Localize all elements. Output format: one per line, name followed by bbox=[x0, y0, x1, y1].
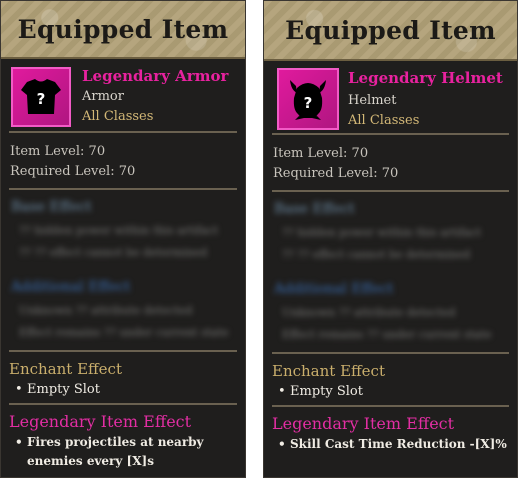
base-effect-hidden: Base Effect ?? hidden power within this … bbox=[1, 190, 245, 270]
item-type: Helmet bbox=[348, 93, 397, 108]
header-title: Equipped Item bbox=[285, 15, 496, 45]
item-icon-frame[interactable]: ? bbox=[277, 68, 339, 130]
enchant-slot[interactable]: • Empty Slot bbox=[272, 382, 509, 401]
enchant-title: Enchant Effect bbox=[9, 360, 122, 378]
additional-effect-hidden: Additional Effect Unknown ?? attribute d… bbox=[264, 272, 517, 352]
required-level: Required Level: 70 bbox=[273, 166, 399, 181]
additional-effect-title: Additional Effect bbox=[11, 279, 131, 295]
base-effect-line: ?? hidden power within this artifact bbox=[282, 226, 482, 239]
legendary-title: Legendary Item Effect bbox=[9, 412, 192, 431]
legendary-section: Legendary Item Effect • Skill Cast Time R… bbox=[264, 407, 517, 458]
svg-text:?: ? bbox=[304, 94, 313, 112]
enchant-section: Enchant Effect • Empty Slot bbox=[264, 354, 517, 405]
enchant-slot-label: Empty Slot bbox=[290, 384, 363, 399]
additional-effect-line: Effect remains ?? under current state bbox=[19, 326, 229, 339]
item-stats: Item Level: 70 Required Level: 70 bbox=[1, 133, 245, 188]
base-effect-line: ?? ?? effect cannot be determined bbox=[282, 248, 471, 261]
item-level: Item Level: 70 bbox=[10, 144, 106, 159]
legendary-effect-text: Skill Cast Time Reduction -[X]% bbox=[290, 437, 507, 451]
additional-effect-line: Unknown ?? attribute detected bbox=[19, 304, 193, 317]
required-level: Required Level: 70 bbox=[10, 164, 136, 179]
item-icon-frame[interactable]: ? bbox=[11, 67, 71, 127]
legendary-effect: • Fires projectiles at nearby enemies eve… bbox=[9, 433, 237, 471]
additional-effect-title: Additional Effect bbox=[274, 281, 394, 297]
horned-helmet-silhouette-icon: ? bbox=[290, 80, 326, 120]
item-stats: Item Level: 70 Required Level: 70 bbox=[264, 135, 517, 190]
legendary-title: Legendary Item Effect bbox=[272, 414, 455, 433]
legendary-effect: • Skill Cast Time Reduction -[X]% bbox=[272, 435, 509, 454]
item-name: Legendary Armor bbox=[82, 67, 229, 85]
base-effect-hidden: Base Effect ?? hidden power within this … bbox=[264, 192, 517, 272]
item-type: Armor bbox=[82, 89, 124, 104]
header-title: Equipped Item bbox=[17, 14, 229, 44]
item-tooltip-helmet: Equipped Item ? Legendary Helmet Helmet … bbox=[263, 0, 518, 478]
base-effect-line: ?? hidden power within this artifact bbox=[19, 224, 219, 237]
base-effect-title: Base Effect bbox=[11, 199, 92, 215]
legendary-effect-text: Fires projectiles at nearby enemies ever… bbox=[27, 435, 204, 468]
legendary-section: Legendary Item Effect • Fires projectiles… bbox=[1, 405, 245, 475]
item-classes: All Classes bbox=[82, 109, 154, 124]
item-level: Item Level: 70 bbox=[273, 146, 369, 161]
item-name: Legendary Helmet bbox=[348, 69, 503, 87]
svg-text:?: ? bbox=[37, 90, 46, 108]
enchant-title: Enchant Effect bbox=[272, 362, 385, 380]
item-summary: ? Legendary Helmet Helmet All Classes bbox=[264, 61, 517, 133]
bullet-icon: • bbox=[278, 384, 286, 399]
enchant-slot[interactable]: • Empty Slot bbox=[9, 380, 237, 399]
additional-effect-hidden: Additional Effect Unknown ?? attribute d… bbox=[1, 270, 245, 350]
armor-silhouette-icon: ? bbox=[21, 79, 61, 114]
additional-effect-line: Effect remains ?? under current state bbox=[282, 328, 492, 341]
additional-effect-line: Unknown ?? attribute detected bbox=[282, 306, 456, 319]
bullet-icon: • bbox=[15, 435, 23, 449]
bullet-icon: • bbox=[15, 382, 23, 397]
enchant-section: Enchant Effect • Empty Slot bbox=[1, 352, 245, 403]
base-effect-line: ?? ?? effect cannot be determined bbox=[19, 246, 208, 259]
item-classes: All Classes bbox=[348, 113, 420, 128]
enchant-slot-label: Empty Slot bbox=[27, 382, 100, 397]
item-summary: ? Legendary Armor Armor All Classes bbox=[1, 59, 245, 131]
tooltip-header: Equipped Item bbox=[1, 1, 245, 59]
item-tooltip-armor: Equipped Item ? Legendary Armor Armor Al… bbox=[0, 0, 246, 478]
base-effect-title: Base Effect bbox=[274, 201, 355, 217]
bullet-icon: • bbox=[278, 437, 286, 451]
tooltip-header: Equipped Item bbox=[264, 1, 517, 61]
